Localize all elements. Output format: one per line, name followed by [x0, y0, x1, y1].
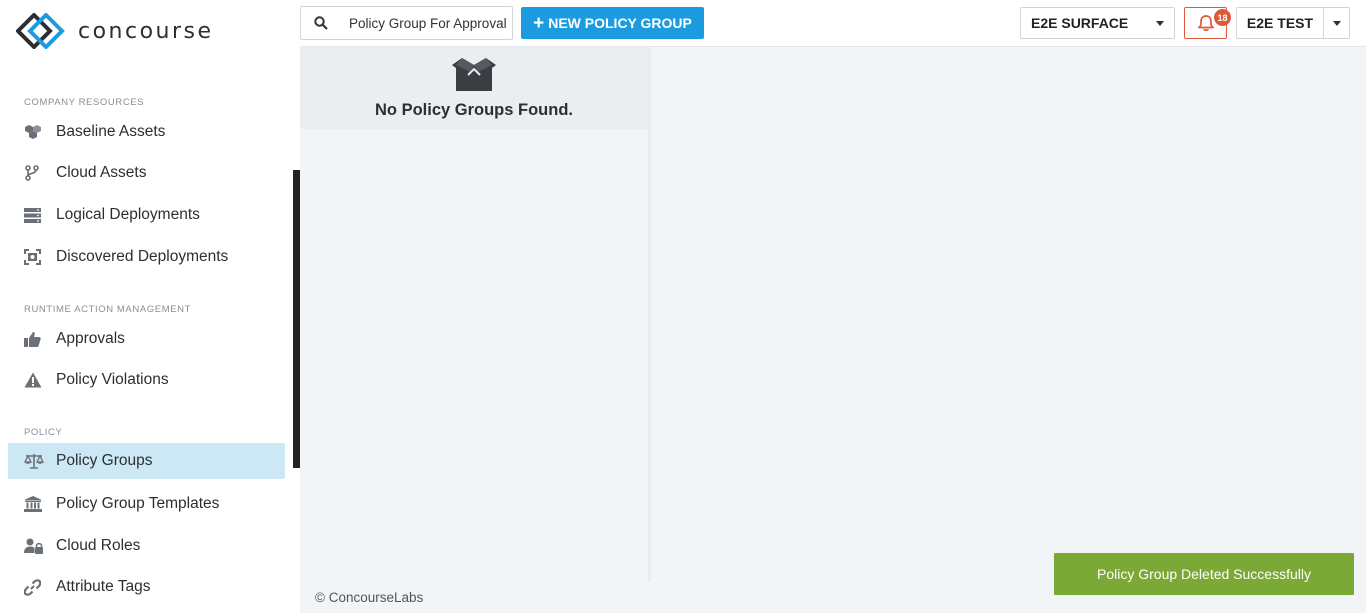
- balance-scale-icon: [8, 453, 56, 469]
- section-title-company-resources: COMPANY RESOURCES: [24, 97, 145, 108]
- sidebar-item-attribute-tags[interactable]: Attribute Tags: [8, 569, 285, 605]
- search-box: [300, 6, 513, 40]
- user-dropdown-toggle[interactable]: [1324, 8, 1349, 38]
- open-box-icon: [452, 58, 496, 91]
- sidebar-item-label: Baseline Assets: [56, 123, 166, 140]
- sidebar-item-policy-violations[interactable]: Policy Violations: [8, 362, 285, 398]
- section-title-runtime-action-management: RUNTIME ACTION MANAGEMENT: [24, 304, 192, 315]
- user-button[interactable]: E2E TEST: [1237, 8, 1324, 38]
- sidebar-item-cloud-roles[interactable]: Cloud Roles: [8, 528, 285, 564]
- search-input[interactable]: [341, 15, 506, 31]
- institution-icon: [8, 496, 56, 512]
- notification-count-badge: 18: [1214, 9, 1231, 26]
- sidebar-item-policy-group-templates[interactable]: Policy Group Templates: [8, 486, 285, 522]
- plus-icon: +: [533, 12, 545, 34]
- sidebar-item-label: Approvals: [56, 330, 125, 347]
- search-icon: [301, 16, 341, 30]
- cubes-icon: [8, 124, 56, 140]
- user-lock-icon: [8, 538, 56, 554]
- link-icon: [8, 578, 56, 596]
- caret-down-icon: [1156, 21, 1164, 26]
- user-menu: E2E TEST: [1236, 7, 1350, 39]
- new-policy-group-label: NEW POLICY GROUP: [548, 15, 692, 31]
- sidebar-item-label: Attribute Tags: [56, 578, 151, 595]
- empty-state: No Policy Groups Found.: [300, 47, 648, 129]
- notifications-button[interactable]: 18: [1184, 7, 1231, 39]
- sidebar-item-baseline-assets[interactable]: Baseline Assets: [8, 114, 285, 150]
- concourse-logo[interactable]: concourse: [16, 12, 214, 50]
- policy-group-list: No Policy Groups Found.: [300, 47, 651, 582]
- success-toast[interactable]: Policy Group Deleted Successfully: [1054, 553, 1354, 595]
- new-policy-group-button[interactable]: + NEW POLICY GROUP: [521, 7, 704, 39]
- sidebar: concourse COMPANY RESOURCES Baseline Ass…: [0, 0, 300, 613]
- scan-icon: [8, 249, 56, 265]
- topbar: + NEW POLICY GROUP E2E SURFACE 18 E2E TE…: [300, 0, 1366, 47]
- sidebar-item-label: Cloud Roles: [56, 537, 141, 554]
- environment-value: E2E SURFACE: [1031, 15, 1129, 31]
- environment-select[interactable]: E2E SURFACE: [1020, 7, 1175, 39]
- footer-copyright: © ConcourseLabs: [315, 590, 424, 605]
- sidebar-item-approvals[interactable]: Approvals: [8, 321, 285, 357]
- section-title-policy: POLICY: [24, 427, 63, 438]
- warning-icon: [8, 372, 56, 388]
- server-icon: [8, 207, 56, 223]
- bell-icon: [1197, 15, 1214, 31]
- sidebar-item-label: Policy Violations: [56, 371, 169, 388]
- caret-down-icon: [1333, 21, 1341, 26]
- logo-text: concourse: [78, 18, 214, 44]
- branch-icon: [8, 165, 56, 181]
- sidebar-item-label: Discovered Deployments: [56, 248, 229, 265]
- sidebar-item-label: Logical Deployments: [56, 206, 200, 223]
- sidebar-scrollbar[interactable]: [293, 170, 300, 468]
- sidebar-item-label: Policy Groups: [56, 452, 153, 469]
- sidebar-item-discovered-deployments[interactable]: Discovered Deployments: [8, 239, 285, 275]
- sidebar-item-label: Cloud Assets: [56, 164, 147, 181]
- sidebar-item-cloud-assets[interactable]: Cloud Assets: [8, 155, 285, 191]
- sidebar-item-policy-groups[interactable]: Policy Groups: [8, 443, 285, 479]
- detail-panel: [654, 47, 1366, 613]
- empty-message: No Policy Groups Found.: [375, 101, 573, 119]
- logo-mark-icon: [16, 13, 65, 49]
- sidebar-item-logical-deployments[interactable]: Logical Deployments: [8, 197, 285, 233]
- thumbs-up-icon: [8, 331, 56, 347]
- sidebar-item-label: Policy Group Templates: [56, 495, 220, 512]
